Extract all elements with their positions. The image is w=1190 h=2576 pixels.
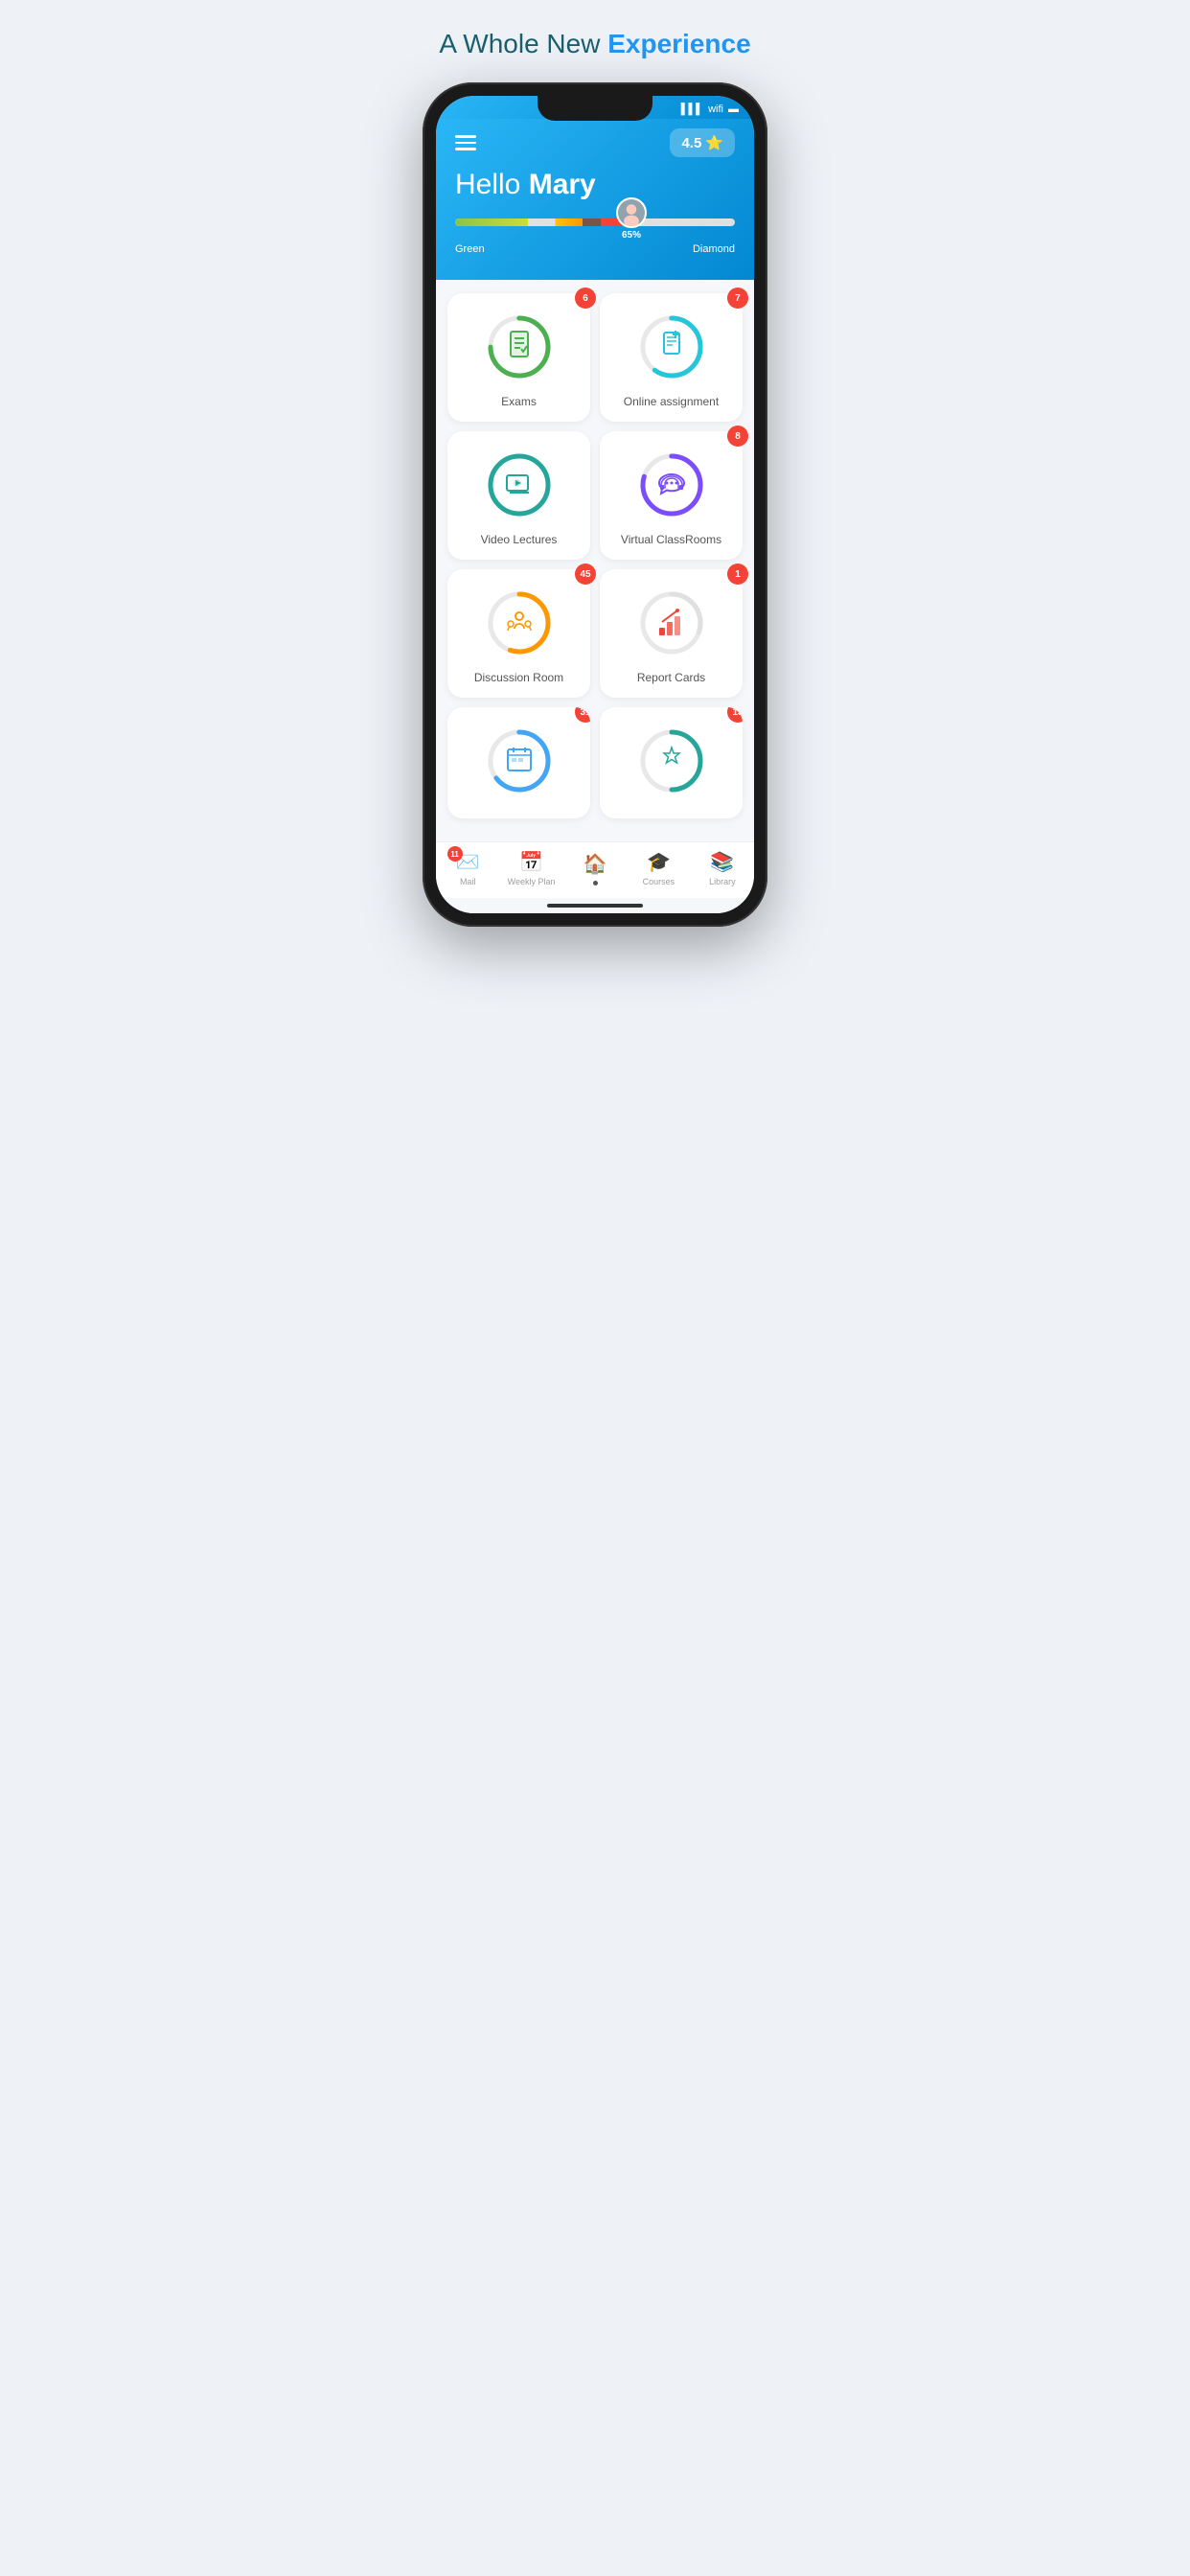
- phone-screen: ▌▌▌ wifi ▬ 4.5 ⭐: [436, 96, 754, 913]
- discussion-room-label: Discussion Room: [474, 671, 563, 684]
- level-start-label: Green: [455, 243, 485, 255]
- online-assignment-label: Online assignment: [624, 395, 719, 408]
- nav-mail[interactable]: ✉️ 11 Mail: [436, 850, 499, 886]
- progress-percent: 65%: [622, 230, 641, 241]
- exams-card[interactable]: 6: [447, 293, 590, 422]
- headline-highlight: Experience: [607, 29, 750, 58]
- status-icons: ▌▌▌ wifi ▬: [681, 104, 739, 115]
- rating-value: 4.5: [681, 135, 701, 151]
- virtual-classrooms-badge: 8: [727, 426, 748, 447]
- virtual-classrooms-circle: [637, 450, 706, 519]
- active-dot: [593, 881, 598, 886]
- report-cards-card[interactable]: 1: [600, 569, 743, 698]
- online-assignment-circle: [637, 312, 706, 381]
- virtual-classrooms-label: Virtual ClassRooms: [621, 533, 721, 546]
- page-headline: A Whole New Experience: [397, 29, 793, 59]
- notch: [538, 96, 652, 121]
- discussion-room-badge: 45: [575, 564, 596, 585]
- greeting-name: Mary: [529, 169, 596, 200]
- avatar: [616, 197, 647, 228]
- online-assignment-badge: 7: [727, 288, 748, 309]
- exams-badge: 6: [575, 288, 596, 309]
- video-lectures-card[interactable]: Video Lectures: [447, 431, 590, 560]
- virtual-classrooms-icon: [655, 467, 688, 504]
- exams-circle: [485, 312, 554, 381]
- extra-card-circle: [637, 726, 706, 795]
- headline-prefix: A Whole New: [439, 29, 607, 58]
- extra-card[interactable]: 13: [600, 707, 743, 818]
- menu-button[interactable]: [455, 135, 476, 150]
- progress-section: 65% Green Diamond: [455, 218, 735, 255]
- weekly-plan-card[interactable]: 31: [447, 707, 590, 818]
- nav-courses[interactable]: 🎓 Courses: [627, 850, 690, 886]
- mail-label: Mail: [460, 877, 476, 886]
- report-cards-circle: [637, 588, 706, 657]
- video-lectures-icon: [504, 468, 535, 503]
- progress-bar-track: [455, 218, 735, 226]
- bottom-nav: ✉️ 11 Mail 📅 Weekly Plan 🏠 🎓: [436, 841, 754, 898]
- weekly-plan-card-badge: 31: [575, 707, 590, 723]
- nav-weekly-plan[interactable]: 📅 Weekly Plan: [499, 850, 562, 886]
- library-icon: 📚: [710, 850, 734, 874]
- rating-badge: 4.5 ⭐: [670, 128, 735, 157]
- rating-star-icon: ⭐: [705, 134, 723, 151]
- signal-icon: ▌▌▌: [681, 104, 703, 115]
- discussion-room-card[interactable]: 45: [447, 569, 590, 698]
- battery-icon: ▬: [728, 104, 739, 115]
- extra-card-icon: [656, 744, 687, 779]
- wifi-icon: wifi: [708, 104, 723, 115]
- level-end-label: Diamond: [693, 243, 735, 255]
- discussion-room-icon: [503, 605, 536, 642]
- report-cards-icon: [655, 605, 688, 642]
- weekly-plan-icon: 📅: [519, 850, 543, 874]
- library-label: Library: [709, 877, 736, 886]
- weekly-plan-nav-label: Weekly Plan: [508, 877, 556, 886]
- home-indicator-bar: [547, 904, 643, 908]
- report-cards-label: Report Cards: [637, 671, 705, 684]
- courses-label: Courses: [643, 877, 675, 886]
- video-lectures-circle: [485, 450, 554, 519]
- exams-label: Exams: [501, 395, 537, 408]
- report-cards-badge: 1: [727, 564, 748, 585]
- online-assignment-card[interactable]: 7: [600, 293, 743, 422]
- weekly-plan-circle: [485, 726, 554, 795]
- exams-icon: [504, 329, 535, 366]
- phone-frame: ▌▌▌ wifi ▬ 4.5 ⭐: [423, 82, 767, 927]
- greeting-prefix: Hello: [455, 169, 529, 200]
- greeting: Hello Mary: [455, 169, 735, 201]
- online-assignment-icon: [656, 329, 687, 366]
- mail-badge: 11: [447, 846, 463, 862]
- home-icon: 🏠: [584, 852, 607, 876]
- weekly-plan-icon: [504, 744, 535, 779]
- main-content: 6: [436, 280, 754, 841]
- app-header: 4.5 ⭐ Hello Mary: [436, 119, 754, 280]
- discussion-room-circle: [485, 588, 554, 657]
- feature-grid: 6: [447, 293, 743, 818]
- courses-icon: 🎓: [647, 850, 671, 874]
- home-indicator: [436, 898, 754, 913]
- nav-library[interactable]: 📚 Library: [691, 850, 754, 886]
- progress-bar-fill: [455, 218, 637, 226]
- video-lectures-label: Video Lectures: [481, 533, 558, 546]
- virtual-classrooms-card[interactable]: 8: [600, 431, 743, 560]
- nav-home[interactable]: 🏠: [563, 852, 627, 886]
- extra-card-badge: 13: [727, 707, 743, 723]
